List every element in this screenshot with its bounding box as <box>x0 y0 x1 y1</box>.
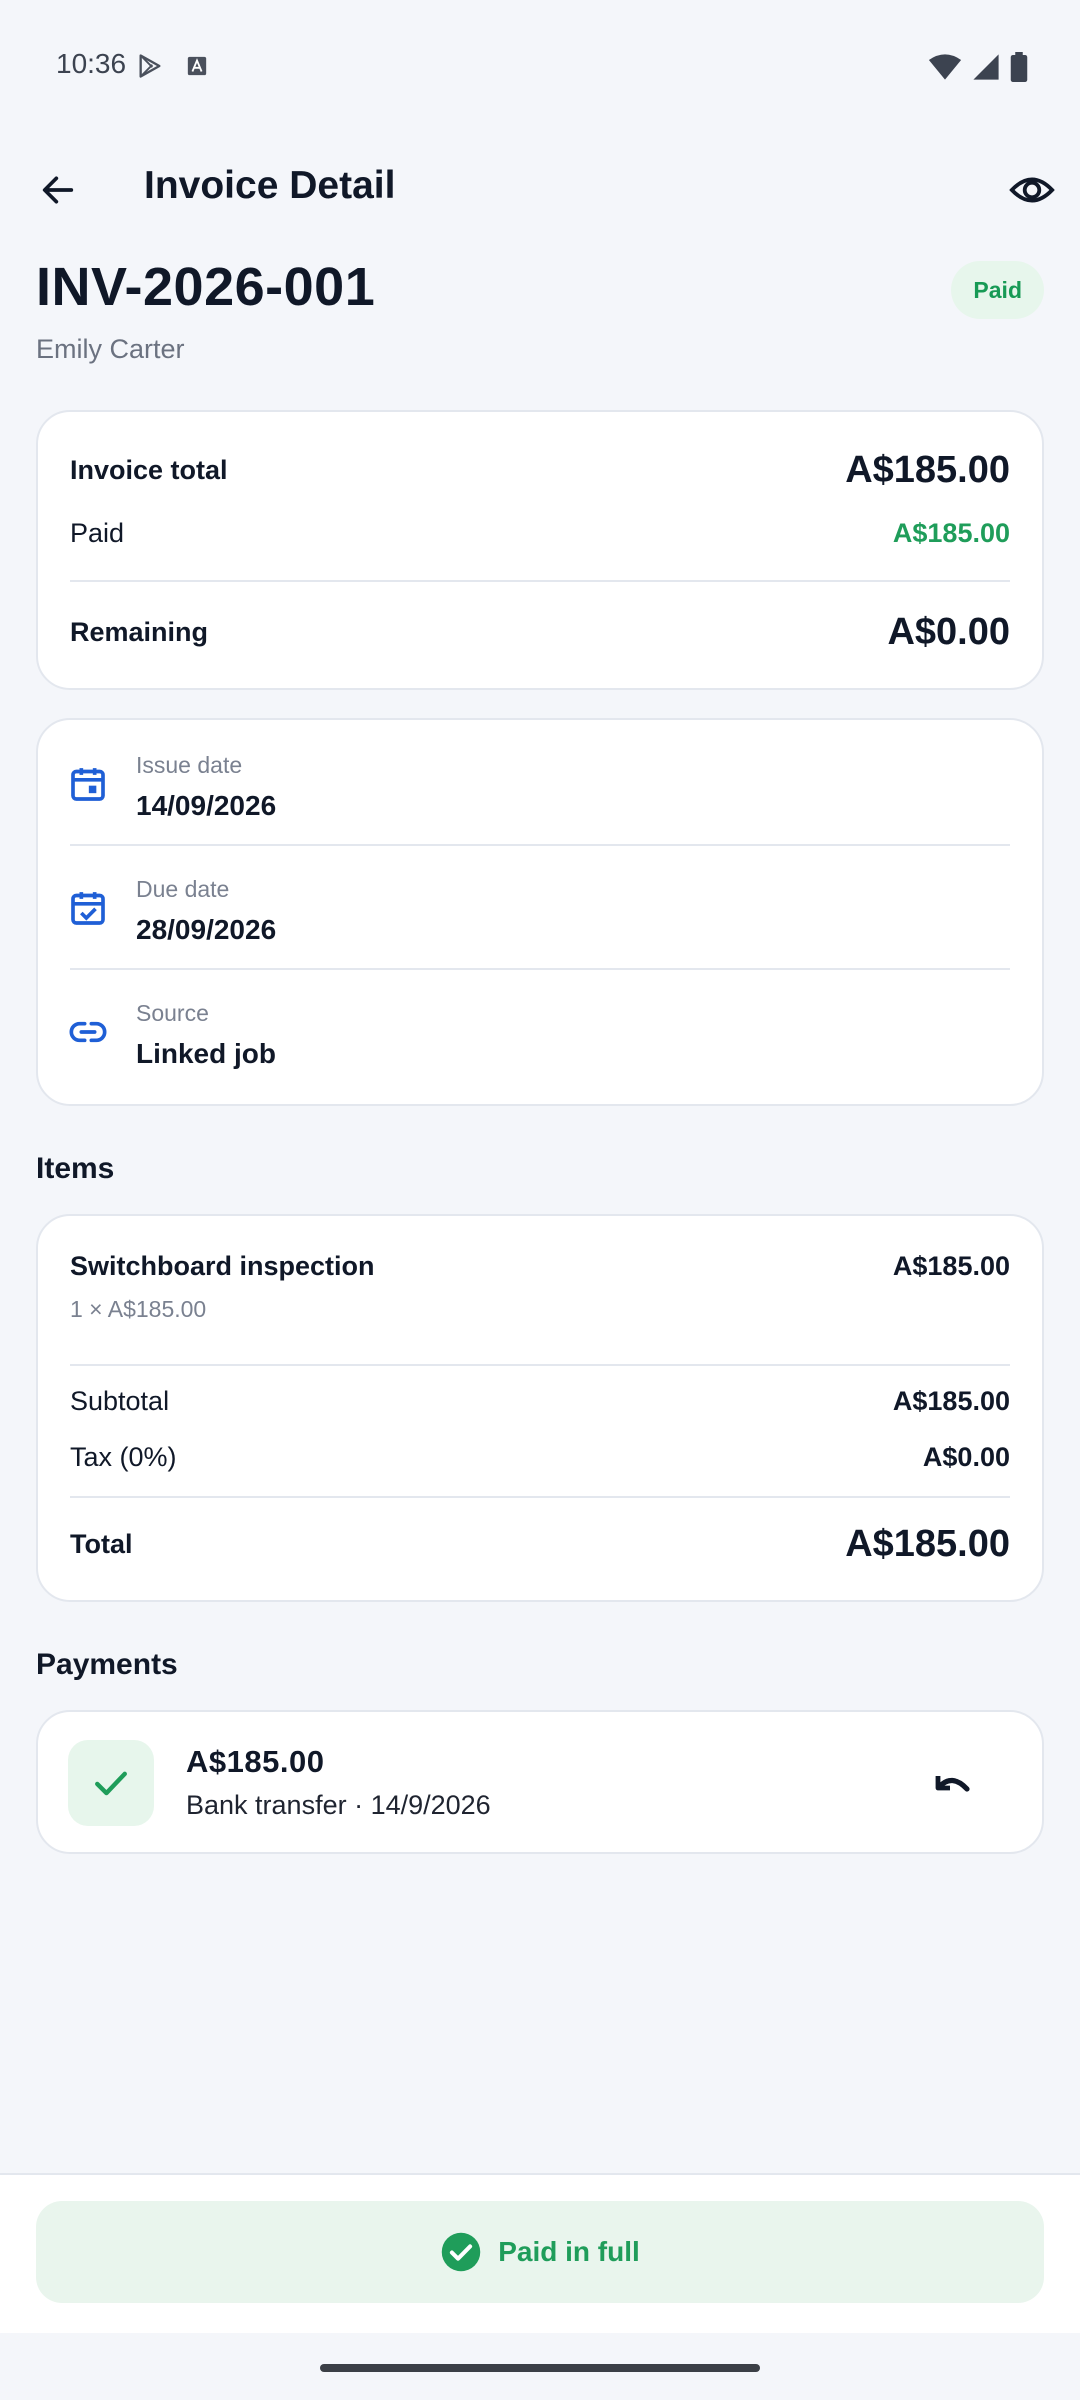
app-bar: Invoice Detail <box>0 140 1080 240</box>
issue-date-value: 14/09/2026 <box>136 790 277 821</box>
items-divider <box>70 1496 1010 1498</box>
play-store-icon <box>139 54 161 78</box>
cellular-signal-icon <box>973 54 999 80</box>
paid-in-full-button[interactable]: Paid in full <box>36 2201 1044 2303</box>
items-section-title: Items <box>36 1152 115 1185</box>
check-icon <box>95 1771 127 1796</box>
subtotal-value: A$185.00 <box>892 1385 1010 1416</box>
tax-label: Tax (0%) <box>70 1441 177 1472</box>
line-item: Switchboard inspection A$185.00 <box>70 1246 1010 1286</box>
calendar-check-icon <box>71 892 105 925</box>
subtotal-label: Subtotal <box>70 1385 170 1416</box>
line-item-amount: A$185.00 <box>892 1250 1010 1281</box>
subtotal-row: Subtotal A$185.00 <box>70 1378 1010 1424</box>
home-indicator[interactable] <box>320 2364 760 2372</box>
summary-divider <box>70 580 1010 582</box>
undo-icon <box>935 1776 970 1792</box>
eye-icon <box>1009 177 1055 203</box>
due-date-value: 28/09/2026 <box>136 914 277 945</box>
status-badge: Paid <box>951 261 1044 319</box>
payment-amount: A$185.00 <box>186 1744 325 1779</box>
remaining-row: Remaining A$0.00 <box>70 604 1010 660</box>
payment-method-date: Bank transfer · 14/9/2026 <box>186 1790 491 1820</box>
client-name: Emily Carter <box>36 334 185 364</box>
paid-row: Paid A$185.00 <box>70 510 1010 556</box>
font-icon <box>187 56 207 76</box>
line-item-detail: 1 × A$185.00 <box>70 1292 1010 1326</box>
status-bar: 10:36 <box>0 0 1080 130</box>
issue-date-row: Issue date 14/09/2026 <box>38 720 1042 844</box>
paid-in-full-label: Paid in full <box>498 2236 640 2267</box>
invoice-total-value: A$185.00 <box>845 448 1010 491</box>
source-label: Source <box>136 1000 209 1026</box>
payments-section-title: Payments <box>36 1648 178 1681</box>
bottom-bar: Paid in full <box>0 2173 1080 2333</box>
undo-payment-button[interactable] <box>922 1754 982 1814</box>
due-date-label: Due date <box>136 876 230 902</box>
line-item-name: Switchboard inspection <box>70 1250 375 1281</box>
page-title: Invoice Detail <box>144 164 396 207</box>
invoice-number: INV-2026-001 <box>36 257 376 317</box>
remaining-label: Remaining <box>70 616 209 647</box>
summary-card: Invoice total A$185.00 Paid A$185.00 Rem… <box>36 410 1044 690</box>
preview-button[interactable] <box>1002 162 1062 218</box>
calendar-icon <box>71 768 105 801</box>
total-label: Total <box>70 1528 133 1559</box>
tax-value: A$0.00 <box>922 1441 1010 1472</box>
battery-icon <box>1010 52 1028 82</box>
remaining-value: A$0.00 <box>887 610 1010 653</box>
source-value: Linked job <box>136 1038 276 1069</box>
items-divider <box>70 1364 1010 1366</box>
wifi-icon <box>928 54 962 80</box>
due-date-row: Due date 28/09/2026 <box>38 844 1042 968</box>
invoice-total-row: Invoice total A$185.00 <box>70 442 1010 498</box>
arrow-back-icon <box>42 176 74 204</box>
source-row[interactable]: Source Linked job <box>38 968 1042 1092</box>
back-button[interactable] <box>30 162 86 218</box>
paid-value: A$185.00 <box>892 517 1010 548</box>
status-system-icons <box>928 52 1028 82</box>
invoice-total-label: Invoice total <box>70 454 228 485</box>
details-card: Issue date 14/09/2026 Due date 28/09/202… <box>36 718 1044 1106</box>
total-value: A$185.00 <box>845 1522 1010 1565</box>
total-row: Total A$185.00 <box>70 1516 1010 1572</box>
check-circle-icon <box>441 2232 481 2272</box>
status-time: 10:36 <box>56 48 127 79</box>
items-card: Switchboard inspection A$185.00 1 × A$18… <box>36 1214 1044 1602</box>
link-icon <box>69 1021 107 1043</box>
payment-item[interactable]: A$185.00 Bank transfer · 14/9/2026 <box>36 1710 1044 1854</box>
line-item-qty-price: 1 × A$185.00 <box>70 1295 207 1322</box>
payment-status-box <box>68 1740 154 1826</box>
tax-row: Tax (0%) A$0.00 <box>70 1434 1010 1480</box>
status-notification-icons <box>136 52 208 80</box>
paid-label: Paid <box>70 517 125 548</box>
issue-date-label: Issue date <box>136 752 243 778</box>
